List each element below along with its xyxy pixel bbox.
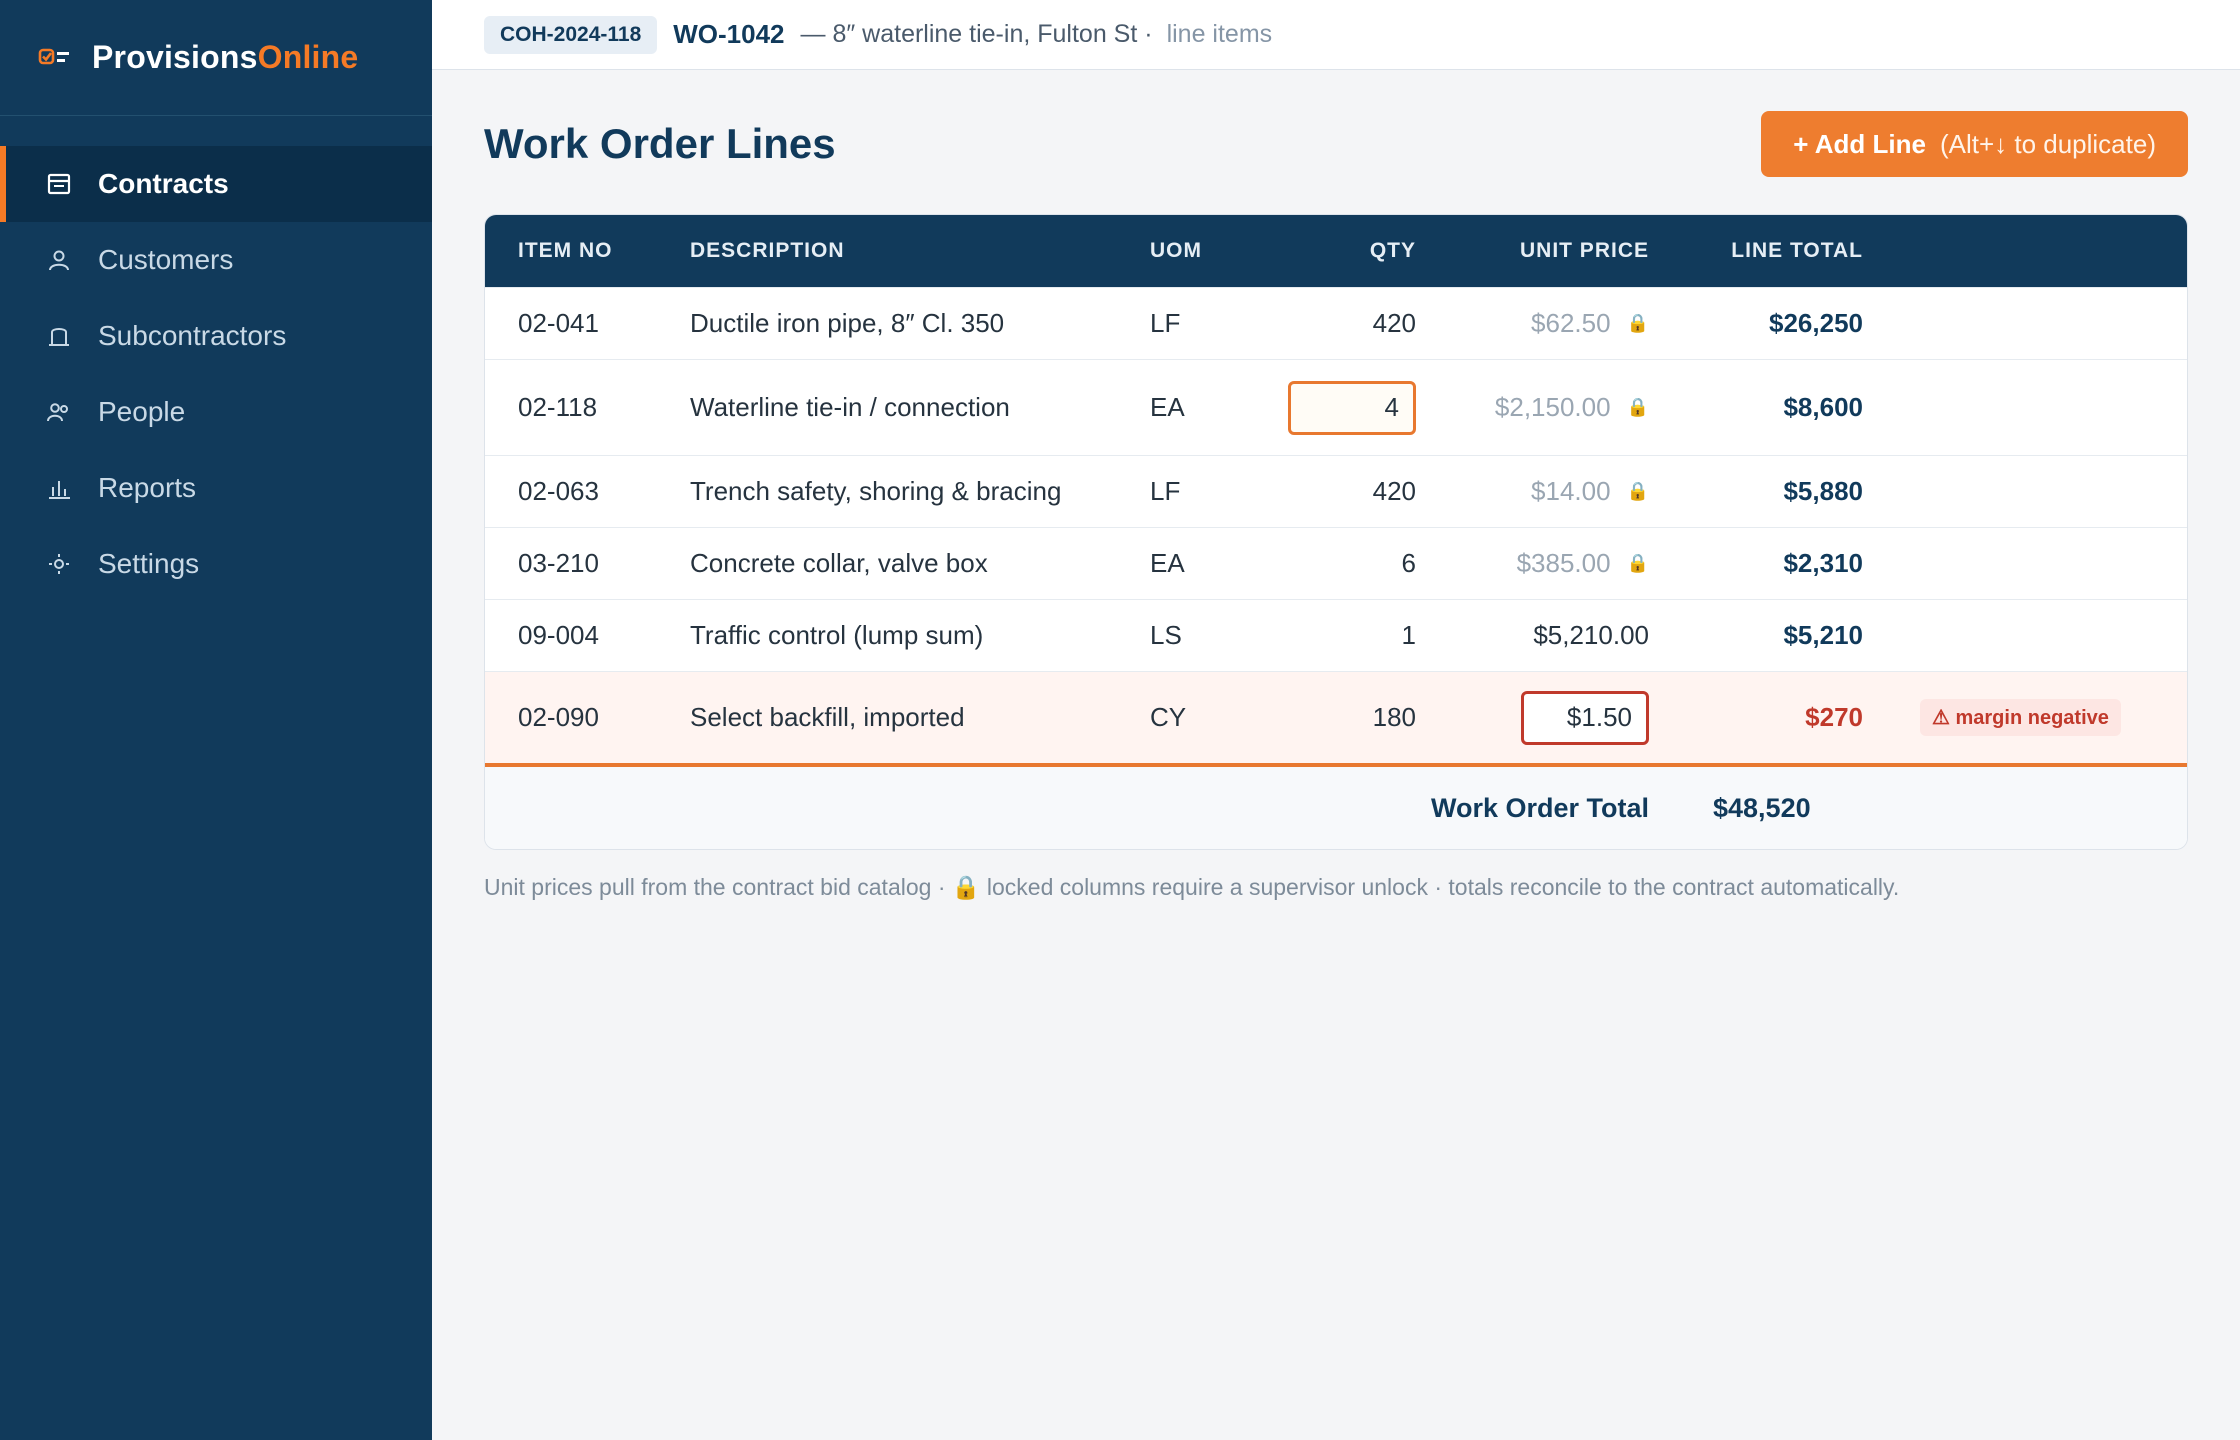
person-icon <box>44 245 74 275</box>
line-total: $2,310 <box>1783 548 1863 578</box>
column-header-qty[interactable]: QTY <box>1370 215 1416 287</box>
item-qty[interactable]: 1 <box>1402 600 1416 671</box>
column-header-unit-price[interactable]: UNIT PRICE <box>1520 215 1649 287</box>
unit-price-cell: $2,150.00 🔒 <box>1495 360 1649 455</box>
table-row[interactable]: 09-004 Traffic control (lump sum) LS 1 $… <box>485 599 2187 671</box>
add-line-label: + Add Line <box>1793 128 1926 159</box>
contract-icon <box>44 169 74 199</box>
footer-note: Unit prices pull from the contract bid c… <box>484 874 1900 900</box>
table-row[interactable]: 02-118 Waterline tie-in / connection EA … <box>485 359 2187 455</box>
item-description: Concrete collar, valve box <box>690 548 988 578</box>
item-no: 02-063 <box>518 476 599 506</box>
column-header-description[interactable]: DESCRIPTION <box>690 215 845 287</box>
line-total: $26,250 <box>1769 308 1863 338</box>
work-order-description: — 8″ waterline tie-in, Fulton St · <box>800 20 1153 48</box>
item-no: 09-004 <box>518 620 599 650</box>
margin-warning-badge: ⚠ margin negative <box>1920 699 2121 736</box>
table-header: ITEM NO DESCRIPTION UOM QTY UNIT PRICE L… <box>485 215 2187 287</box>
column-header-item-no[interactable]: ITEM NO <box>518 215 613 287</box>
table-row[interactable]: 02-090 Select backfill, imported CY 180 … <box>485 671 2187 767</box>
line-total: $5,880 <box>1783 476 1863 506</box>
add-line-button[interactable]: + Add Line (Alt+↓ to duplicate) <box>1761 111 2188 177</box>
item-uom: LS <box>1150 620 1182 650</box>
unit-price-locked: $62.50 <box>1531 308 1611 338</box>
sidebar-item-settings[interactable]: Settings <box>0 526 432 602</box>
sidebar-item-label: Customers <box>98 244 234 275</box>
unit-price-cell: $14.00 🔒 <box>1531 456 1649 527</box>
item-uom: CY <box>1150 702 1187 732</box>
item-no: 02-041 <box>518 308 599 338</box>
sidebar-item-subcontractors[interactable]: Subcontractors <box>0 298 432 374</box>
lock-icon: 🔒 <box>1626 481 1649 501</box>
line-total: $8,600 <box>1783 392 1863 422</box>
people-icon <box>44 397 74 427</box>
line-total: $5,210 <box>1783 620 1863 650</box>
column-header-uom[interactable]: UOM <box>1150 215 1202 287</box>
item-uom: LF <box>1150 476 1181 506</box>
table-row[interactable]: 03-210 Concrete collar, valve box EA 6 $… <box>485 527 2187 599</box>
main-content: Work Order Lines + Add Line (Alt+↓ to du… <box>484 70 2188 901</box>
item-qty[interactable]: 6 <box>1402 528 1416 599</box>
lock-icon: 🔒 <box>1626 397 1649 417</box>
unit-price-cell: $1.50 <box>1521 672 1649 763</box>
item-no: 02-118 <box>518 392 598 422</box>
item-description: Trench safety, shoring & bracing <box>690 476 1062 506</box>
sidebar-item-contracts[interactable]: Contracts <box>0 146 432 222</box>
item-description: Select backfill, imported <box>690 702 965 732</box>
work-order-total-value: $48,520 <box>1713 792 1811 823</box>
table-row[interactable]: 02-041 Ductile iron pipe, 8″ Cl. 350 LF … <box>485 287 2187 359</box>
lock-icon: 🔒 <box>1626 553 1649 573</box>
line-total: $270 <box>1805 702 1863 732</box>
unit-price-cell: $62.50 🔒 <box>1531 288 1649 359</box>
item-uom: EA <box>1150 548 1185 578</box>
unit-price-cell: $385.00 🔒 <box>1517 528 1649 599</box>
item-no: 02-090 <box>518 702 599 732</box>
qty-input[interactable]: 4 <box>1288 380 1416 435</box>
sidebar-item-customers[interactable]: Customers <box>0 222 432 298</box>
table-footer: Work Order Total $48,520 <box>485 767 2187 849</box>
sidebar-item-label: Settings <box>98 548 200 579</box>
unit-price-input[interactable]: $1.50 <box>1521 690 1649 745</box>
unit-price-locked: $385.00 <box>1516 548 1611 578</box>
breadcrumb-section: line items <box>1166 20 1273 48</box>
sidebar-item-reports[interactable]: Reports <box>0 450 432 526</box>
sidebar-item-label: Subcontractors <box>98 320 287 351</box>
sidebar-item-label: People <box>98 396 186 427</box>
work-order-id: WO-1042 <box>673 19 785 49</box>
qty-cell: 4 <box>1288 360 1416 455</box>
lock-icon: 🔒 <box>1626 313 1649 333</box>
unit-price-locked: $2,150.00 <box>1494 392 1611 422</box>
breadcrumb: COH-2024-118 WO-1042 — 8″ waterline tie-… <box>432 0 2240 70</box>
column-header-line-total[interactable]: LINE TOTAL <box>1731 215 1863 287</box>
gear-icon <box>44 549 74 579</box>
building-icon <box>44 321 74 351</box>
unit-price-locked: $14.00 <box>1531 476 1611 506</box>
sidebar-item-people[interactable]: People <box>0 374 432 450</box>
item-uom: EA <box>1150 392 1185 422</box>
item-uom: LF <box>1150 308 1181 338</box>
sidebar-nav: Contracts Customers Subcontractors Peopl… <box>0 146 432 602</box>
unit-price[interactable]: $5,210.00 <box>1533 600 1649 671</box>
work-order-total-label: Work Order Total <box>1430 792 1649 823</box>
item-description: Waterline tie-in / connection <box>690 392 1010 422</box>
page-title: Work Order Lines <box>484 120 836 167</box>
item-qty[interactable]: 180 <box>1373 672 1416 763</box>
item-qty[interactable]: 420 <box>1373 456 1416 527</box>
bar-chart-icon <box>44 473 74 503</box>
item-description: Ductile iron pipe, 8″ Cl. 350 <box>690 308 1005 338</box>
item-qty[interactable]: 420 <box>1373 288 1416 359</box>
sidebar-item-label: Reports <box>98 472 197 503</box>
item-description: Traffic control (lump sum) <box>690 620 984 650</box>
brand-logo[interactable]: ProvisionsOnline <box>0 0 432 116</box>
contract-badge[interactable]: COH-2024-118 <box>484 15 658 54</box>
line-items-table: ITEM NO DESCRIPTION UOM QTY UNIT PRICE L… <box>484 214 2188 850</box>
checklist-icon <box>38 46 72 70</box>
table-row[interactable]: 02-063 Trench safety, shoring & bracing … <box>485 455 2187 527</box>
sidebar: ProvisionsOnline Contracts Customers Sub… <box>0 0 432 1440</box>
flag-cell: ⚠ margin negative <box>1920 672 2121 763</box>
item-no: 03-210 <box>518 548 599 578</box>
brand-name: ProvisionsOnline <box>92 39 359 75</box>
sidebar-item-label: Contracts <box>98 168 229 199</box>
add-line-hint: (Alt+↓ to duplicate) <box>1939 128 2156 159</box>
